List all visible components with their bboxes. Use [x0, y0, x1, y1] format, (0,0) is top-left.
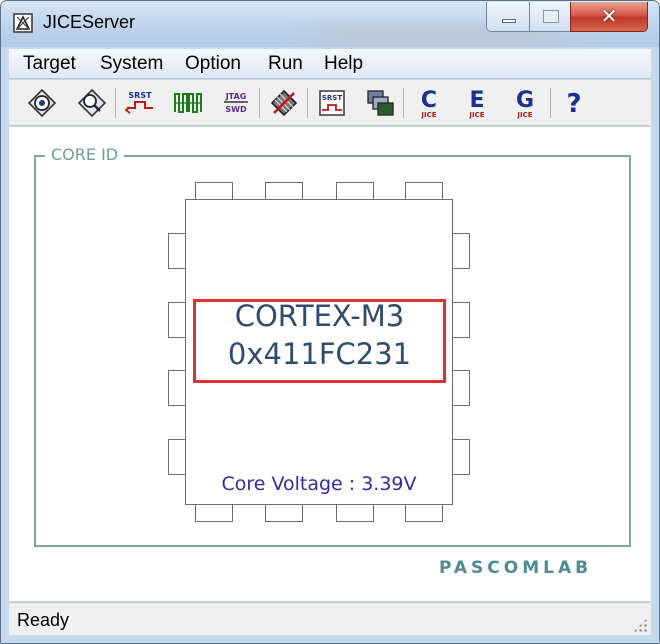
jice-e-button[interactable]: E JICE: [460, 86, 494, 120]
chip-pin: [452, 233, 470, 269]
brand-logo: PASCOMLAB: [439, 558, 593, 578]
chip-pin: [168, 370, 186, 406]
chip-disconnect-button[interactable]: [267, 86, 301, 120]
srst-reset-button[interactable]: SRST: [123, 86, 157, 120]
svg-text:?: ?: [566, 89, 581, 119]
menu-bar: Target System Option Run Help: [9, 49, 651, 79]
svg-text:SWD: SWD: [225, 105, 247, 114]
status-bar: Ready: [9, 602, 651, 635]
core-name: CORTEX-M3: [234, 299, 405, 333]
connect-target-button[interactable]: [25, 86, 59, 120]
chip-pin: [405, 182, 443, 200]
maximize-button[interactable]: [529, 2, 571, 32]
resize-grip[interactable]: [633, 618, 647, 632]
copy-layers-icon: [367, 90, 394, 116]
toolbar-separator: [259, 88, 260, 118]
chip-pin: [168, 233, 186, 269]
svg-text:JTAG: JTAG: [225, 92, 247, 101]
jice-c-button[interactable]: C JICE: [412, 86, 446, 120]
svg-text:JICE: JICE: [468, 111, 484, 119]
svg-text:SRST: SRST: [128, 91, 152, 100]
svg-text:G: G: [516, 88, 534, 113]
chip-pin: [168, 439, 186, 475]
core-voltage: Core Voltage : 3.39V: [221, 473, 417, 495]
help-icon: ?: [566, 89, 581, 119]
help-button[interactable]: ?: [557, 86, 591, 120]
jtag-swd-icon: JTAG SWD: [224, 92, 248, 114]
core-id-value: 0x411FC231: [227, 337, 412, 371]
app-icon: [13, 13, 33, 33]
chip-pin: [265, 182, 303, 200]
connect-target-icon: [27, 88, 57, 118]
core-id-group-label: CORE ID: [45, 145, 125, 164]
jice-g-icon: G JICE: [516, 88, 534, 119]
srst-monitor-button[interactable]: SRST: [315, 86, 349, 120]
jice-g-button[interactable]: G JICE: [508, 86, 542, 120]
toolbar-separator: [307, 88, 308, 118]
chip-pin: [195, 182, 233, 200]
chip-pin: [405, 504, 443, 522]
menu-run[interactable]: Run: [268, 53, 303, 75]
window-title: JICEServer: [43, 12, 136, 32]
chip-pin: [336, 504, 374, 522]
chip-pin: [336, 182, 374, 200]
chip-pin: [452, 439, 470, 475]
jtag-swd-button[interactable]: JTAG SWD: [219, 86, 253, 120]
menu-help[interactable]: Help: [324, 53, 363, 75]
search-target-icon: [77, 88, 107, 118]
svg-text:E: E: [469, 88, 484, 113]
svg-text:JICE: JICE: [420, 111, 436, 119]
jtag-signals-button[interactable]: [171, 86, 205, 120]
toolbar-separator: [550, 88, 551, 118]
toolbar: SRST JTAG SWD SRST C JICE E JICE G JICE …: [9, 80, 651, 126]
svg-text:JICE: JICE: [516, 111, 532, 119]
app-window: JICEServer ✕ Target System Option Run He…: [0, 0, 660, 644]
title-bar[interactable]: JICEServer ✕: [1, 1, 659, 47]
chip-pin: [452, 302, 470, 338]
menu-system[interactable]: System: [100, 53, 163, 75]
status-text: Ready: [17, 610, 70, 630]
menu-target[interactable]: Target: [23, 53, 76, 75]
minimize-button[interactable]: [486, 2, 530, 32]
maximize-icon: [543, 10, 559, 23]
copy-layers-button[interactable]: [363, 86, 397, 120]
srst-reset-icon: SRST: [124, 91, 153, 114]
jtag-signals-icon: [174, 93, 202, 113]
close-icon: ✕: [600, 4, 618, 28]
main-panel: CORE ID CORTEX-M3 0x411FC231 Core Voltag…: [9, 127, 651, 601]
chip-disconnect-icon: [270, 89, 298, 117]
menu-option[interactable]: Option: [185, 53, 241, 75]
svg-text:SRST: SRST: [322, 94, 342, 102]
chip-pin: [168, 302, 186, 338]
toolbar-separator: [115, 88, 116, 118]
search-target-button[interactable]: [75, 86, 109, 120]
toolbar-separator: [403, 88, 404, 118]
svg-text:C: C: [421, 88, 437, 113]
minimize-icon: [502, 19, 516, 23]
jice-c-icon: C JICE: [420, 88, 437, 119]
chip-pin: [452, 370, 470, 406]
chip-pin: [265, 504, 303, 522]
srst-monitor-icon: SRST: [319, 90, 345, 116]
close-button[interactable]: ✕: [570, 2, 648, 32]
jice-e-icon: E JICE: [468, 88, 484, 119]
chip-pin: [195, 504, 233, 522]
